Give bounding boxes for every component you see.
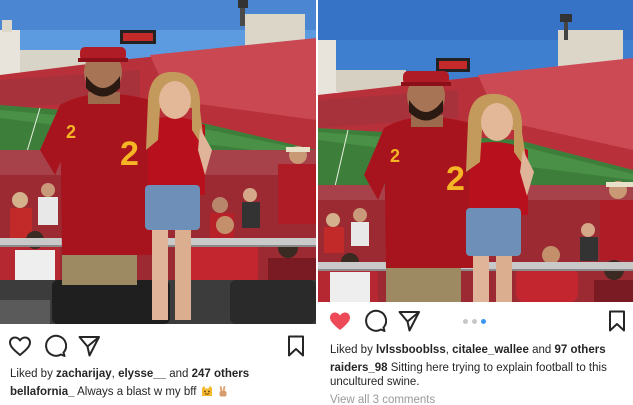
svg-text:2: 2 bbox=[120, 135, 139, 173]
liker-username[interactable]: zacharijay bbox=[56, 368, 112, 380]
comment-icon[interactable] bbox=[43, 334, 67, 358]
stadium-tower bbox=[318, 40, 336, 95]
post-right: 2 2 Liked by lvlssbooblss, citalee_walle… bbox=[318, 0, 633, 405]
likes-line: Liked by lvlssbooblss, citalee_wallee an… bbox=[330, 343, 606, 357]
heart-outline-icon[interactable] bbox=[8, 334, 32, 358]
view-all-comments-link[interactable]: View all 3 comments bbox=[330, 393, 435, 405]
heart-filled-icon[interactable] bbox=[328, 309, 352, 333]
likes-others-count[interactable]: 97 others bbox=[554, 344, 605, 356]
liker-username[interactable]: citalee_wallee bbox=[452, 344, 529, 356]
share-icon[interactable] bbox=[77, 334, 101, 358]
carousel-dot[interactable] bbox=[463, 319, 468, 324]
stadium-photo: 2 2 bbox=[0, 0, 316, 324]
likes-and: and bbox=[169, 368, 189, 380]
caption: bellafornia_ Always a blast w my bff bbox=[10, 385, 310, 399]
svg-text:2: 2 bbox=[66, 122, 76, 142]
stadium-photo: 2 2 bbox=[318, 0, 633, 302]
svg-text:2: 2 bbox=[446, 160, 465, 198]
stadium-tower bbox=[0, 30, 20, 75]
likes-and: and bbox=[532, 344, 552, 356]
victory-hand-emoji bbox=[217, 385, 229, 397]
action-bar bbox=[0, 334, 316, 360]
caption-username[interactable]: bellafornia_ bbox=[10, 386, 75, 398]
action-bar bbox=[318, 309, 633, 335]
likes-line: Liked by zacharijay, elysse__ and 247 ot… bbox=[10, 367, 249, 381]
likes-separator: , bbox=[445, 344, 449, 356]
svg-text:2: 2 bbox=[390, 146, 400, 166]
share-icon[interactable] bbox=[397, 309, 421, 333]
likes-separator: , bbox=[111, 368, 115, 380]
comment-icon[interactable] bbox=[363, 309, 387, 333]
liker-username[interactable]: lvlssbooblss bbox=[376, 344, 446, 356]
caption: raiders_98 Sitting here trying to explai… bbox=[330, 361, 626, 389]
post-photo[interactable]: 2 2 bbox=[0, 0, 316, 324]
post-left: 2 2 Liked by zacharijay, elysse__ and 24… bbox=[0, 0, 316, 405]
caption-text: Always a blast w my bff bbox=[77, 386, 197, 398]
bookmark-icon[interactable] bbox=[605, 309, 629, 333]
smiling-cat-emoji bbox=[201, 385, 213, 397]
likes-others-count[interactable]: 247 others bbox=[192, 368, 250, 380]
liker-username[interactable]: elysse__ bbox=[118, 368, 166, 380]
carousel-dot[interactable] bbox=[472, 319, 477, 324]
likes-prefix: Liked by bbox=[10, 368, 53, 380]
bookmark-icon[interactable] bbox=[284, 334, 308, 358]
carousel-indicator bbox=[463, 319, 493, 325]
carousel-dot-active[interactable] bbox=[481, 319, 486, 324]
likes-prefix: Liked by bbox=[330, 344, 373, 356]
post-photo[interactable]: 2 2 bbox=[318, 0, 633, 302]
caption-username[interactable]: raiders_98 bbox=[330, 362, 388, 374]
